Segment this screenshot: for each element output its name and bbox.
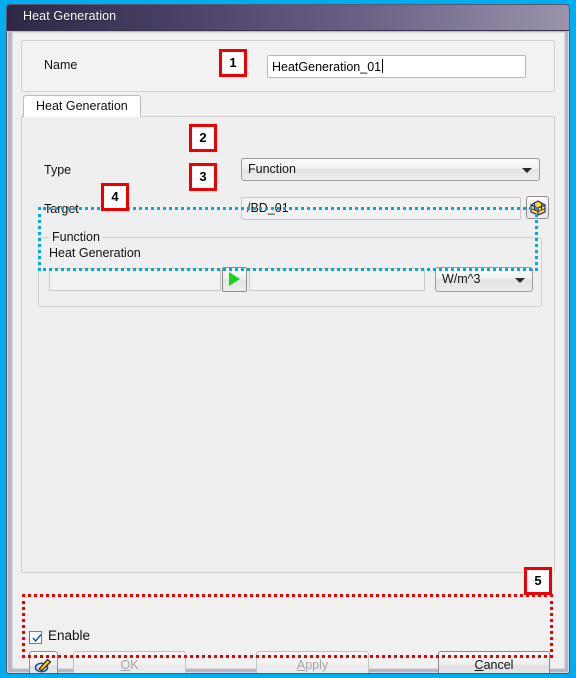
text-caret: [382, 59, 384, 73]
target-label: Target: [44, 202, 79, 216]
type-label: Type: [44, 163, 72, 177]
name-label: Name: [44, 58, 78, 72]
annotation-badge-5: 5: [524, 567, 552, 595]
function-result-input[interactable]: [249, 268, 425, 291]
checkmark-icon: [32, 633, 42, 643]
cancel-button-accel: C: [474, 658, 484, 672]
brush-button[interactable]: [29, 651, 58, 673]
annotation-badge-3: 3: [189, 163, 217, 191]
target-textbox-value: /BD_01: [247, 201, 289, 215]
chevron-down-icon: [522, 167, 532, 173]
apply-button-label-rest: pply: [305, 658, 329, 672]
type-combobox-value: Function: [248, 162, 296, 176]
ok-button-accel: O: [120, 658, 131, 672]
client-area: Name HeatGeneration_01 Heat Generation T…: [12, 32, 565, 673]
ok-button[interactable]: OK: [73, 651, 186, 673]
screenshot-root: Heat Generation Name HeatGeneration_01 H…: [0, 0, 576, 678]
annotation-badge-4: 4: [101, 183, 129, 211]
tab-heat-generation[interactable]: Heat Generation: [23, 95, 141, 117]
function-group-title: Function: [49, 230, 103, 244]
annotation-badge-2: 2: [189, 124, 217, 152]
heat-generation-field-label: Heat Generation: [49, 246, 141, 260]
tab-label: Heat Generation: [36, 99, 128, 113]
cancel-button-label-rest: ancel: [483, 658, 514, 672]
name-input[interactable]: HeatGeneration_01: [267, 55, 526, 78]
dialog-window: Heat Generation Name HeatGeneration_01 H…: [6, 4, 570, 674]
annotation-badge-1: 1: [219, 49, 247, 77]
title-bar: Heat Generation: [7, 5, 569, 31]
target-picker-button[interactable]: [526, 196, 549, 219]
play-icon: [229, 272, 240, 286]
name-input-value: HeatGeneration_01: [272, 60, 382, 74]
enable-checkbox[interactable]: [29, 631, 42, 644]
name-panel: Name HeatGeneration_01: [21, 40, 555, 92]
unit-combobox-value: W/m^3: [442, 272, 481, 286]
target-textbox[interactable]: /BD_01: [241, 197, 521, 220]
tab-strip: Heat Generation: [21, 95, 555, 117]
paint-brush-icon: [34, 658, 52, 673]
type-combobox[interactable]: Function: [241, 158, 540, 181]
chevron-down-icon: [515, 277, 525, 283]
cancel-button[interactable]: Cancel: [438, 651, 550, 673]
unit-combobox[interactable]: W/m^3: [435, 267, 533, 292]
function-group: Function Heat Generation W/m^3: [38, 230, 542, 307]
ok-button-label-rest: K: [130, 658, 139, 672]
apply-button[interactable]: Apply: [256, 651, 369, 673]
window-title: Heat Generation: [23, 9, 117, 23]
function-play-button[interactable]: [222, 267, 247, 292]
mesh-cube-icon: [530, 200, 546, 216]
apply-button-accel: A: [296, 658, 306, 672]
enable-label: Enable: [48, 628, 91, 643]
function-expression-input[interactable]: [49, 268, 221, 291]
